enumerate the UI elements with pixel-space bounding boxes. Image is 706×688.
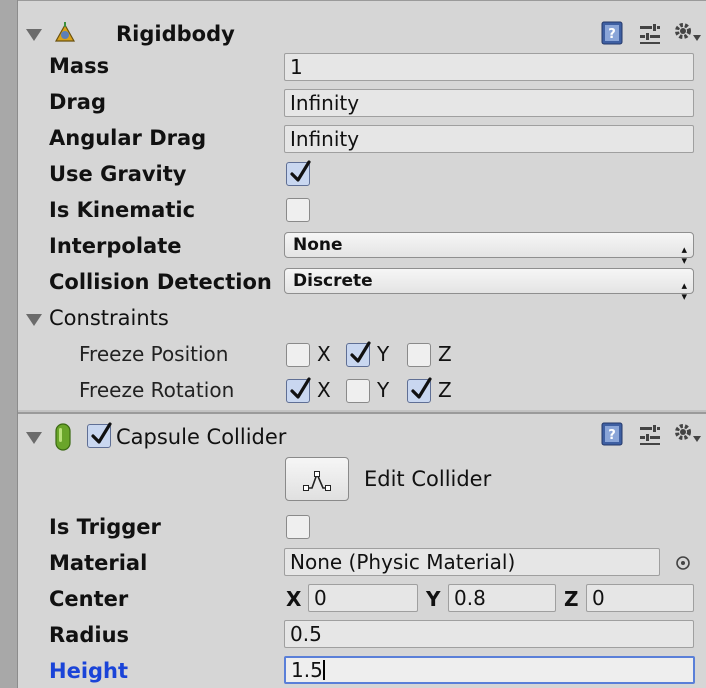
is-kinematic-checkbox[interactable] [286,198,310,222]
text-caret [322,660,325,680]
collision-detection-value: Discrete [293,271,373,291]
dropdown-arrows-icon: ▴ ▾ [681,243,687,267]
dropdown-arrows-icon: ▴ ▾ [681,279,687,303]
preset-sliders-icon[interactable] [638,21,662,50]
rigidbody-component: Rigidbody ? Mass 1 Drag Infinity Angular… [18,0,706,410]
material-field[interactable]: None (Physic Material) [284,548,660,576]
drag-field[interactable]: Infinity [284,89,694,117]
freeze-position-y-label: Y [377,342,390,366]
constraints-fold-icon[interactable] [26,314,42,326]
material-label: Material [49,551,148,575]
help-book-icon[interactable]: ? [600,21,624,50]
angular-drag-label: Angular Drag [49,126,207,150]
collision-detection-label: Collision Detection [49,270,272,294]
svg-text:?: ? [608,428,616,443]
fold-triangle-icon[interactable] [26,432,42,444]
freeze-position-z-label: Z [438,342,452,366]
height-field[interactable]: 1.5 [284,656,695,684]
checkmark-icon [91,422,112,444]
preset-sliders-icon[interactable] [638,422,662,451]
capsule-collider-enabled-checkbox[interactable] [87,422,112,448]
freeze-rotation-x-checkbox[interactable] [286,377,311,403]
angular-drag-field[interactable]: Infinity [284,125,694,153]
rigidbody-icon [52,21,78,47]
inspector-left-gutter [0,0,18,688]
interpolate-dropdown[interactable]: None ▴ ▾ [284,232,694,266]
center-z-field[interactable]: 0 [586,584,694,612]
use-gravity-checkbox[interactable] [286,160,311,186]
checkmark-icon [290,160,311,182]
freeze-position-x-checkbox[interactable] [286,343,310,367]
freeze-rotation-label: Freeze Rotation [79,378,235,402]
mass-label: Mass [49,54,110,78]
interpolate-value: None [293,235,343,255]
help-book-icon[interactable]: ? [600,422,624,451]
freeze-rotation-z-checkbox[interactable] [407,377,432,403]
center-y-label: Y [426,587,441,611]
gear-menu-icon[interactable] [672,420,702,451]
checkmark-icon [411,377,432,399]
mass-field[interactable]: 1 [284,53,694,81]
rigidbody-title: Rigidbody [116,22,235,46]
fold-triangle-icon[interactable] [26,29,42,41]
collision-detection-dropdown[interactable]: Discrete ▴ ▾ [284,268,694,302]
edit-collider-button[interactable] [285,457,349,501]
use-gravity-label: Use Gravity [49,162,187,186]
center-z-label: Z [564,587,579,611]
center-y-field[interactable]: 0.8 [448,584,556,612]
radius-field[interactable]: 0.5 [284,620,694,648]
freeze-rotation-y-label: Y [377,378,390,402]
gear-menu-icon[interactable] [672,19,702,50]
freeze-rotation-x-label: X [317,378,331,402]
edit-collider-icon [303,471,331,491]
height-value: 1.5 [291,658,323,682]
freeze-rotation-y-checkbox[interactable] [346,379,370,403]
freeze-rotation-z-label: Z [438,378,452,402]
capsule-collider-component: Capsule Collider ? Edit Collider Is Trig… [18,412,706,688]
freeze-position-label: Freeze Position [79,342,229,366]
height-label: Height [49,659,129,683]
drag-label: Drag [49,90,106,114]
edit-collider-label: Edit Collider [364,467,492,491]
center-label: Center [49,587,129,611]
checkmark-icon [350,341,371,363]
svg-text:?: ? [608,27,616,42]
freeze-position-x-label: X [317,342,331,366]
object-picker-icon[interactable] [674,553,692,577]
is-kinematic-label: Is Kinematic [49,198,196,222]
center-x-label: X [286,587,302,611]
interpolate-label: Interpolate [49,234,182,258]
freeze-position-y-checkbox[interactable] [346,341,371,367]
constraints-label[interactable]: Constraints [49,305,169,331]
radius-label: Radius [49,623,130,647]
capsule-collider-icon [52,422,74,452]
freeze-position-z-checkbox[interactable] [407,343,431,367]
capsule-collider-title: Capsule Collider [116,425,287,449]
is-trigger-label: Is Trigger [49,515,161,539]
center-x-field[interactable]: 0 [308,584,418,612]
checkmark-icon [290,377,311,399]
is-trigger-checkbox[interactable] [286,515,310,539]
